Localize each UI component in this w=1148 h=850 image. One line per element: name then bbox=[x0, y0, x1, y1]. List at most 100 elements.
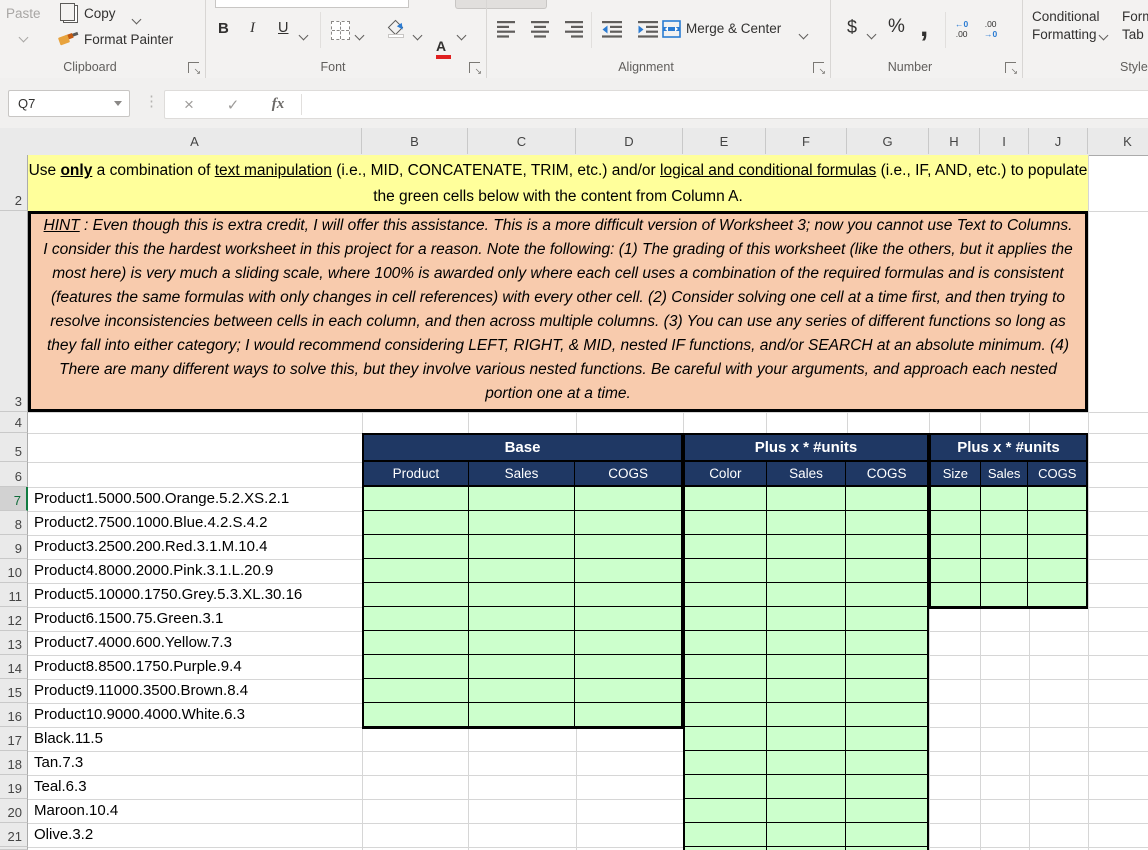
paste-dropdown-icon[interactable] bbox=[18, 32, 29, 43]
row-number-11[interactable]: 11 bbox=[0, 583, 28, 607]
align-right-icon[interactable] bbox=[565, 21, 585, 43]
green-cell[interactable] bbox=[766, 775, 847, 799]
green-cell[interactable] bbox=[685, 751, 767, 775]
percent-style-button[interactable]: % bbox=[888, 16, 905, 38]
green-cell[interactable] bbox=[931, 535, 981, 559]
green-cell[interactable] bbox=[766, 823, 847, 847]
green-cell[interactable] bbox=[468, 559, 576, 583]
green-cell[interactable] bbox=[846, 511, 927, 535]
green-cell[interactable] bbox=[766, 583, 847, 607]
col-a-cell-15[interactable]: Product9.11000.3500.Brown.8.4 bbox=[28, 679, 362, 703]
green-cell[interactable] bbox=[980, 511, 1029, 535]
green-cell[interactable] bbox=[980, 535, 1029, 559]
green-cell[interactable] bbox=[846, 559, 927, 583]
comma-style-button[interactable]: , bbox=[920, 10, 928, 44]
green-cell[interactable] bbox=[685, 559, 767, 583]
format-as-table-button[interactable]: Form Tab bbox=[1122, 9, 1148, 42]
row-number-7[interactable]: 7 bbox=[0, 487, 28, 511]
green-cell[interactable] bbox=[685, 775, 767, 799]
green-cell[interactable] bbox=[364, 631, 469, 655]
hint-cell[interactable]: HINT : Even though this is extra credit,… bbox=[28, 211, 1088, 412]
column-header-A[interactable]: A bbox=[28, 128, 362, 154]
row-number-17[interactable]: 17 bbox=[0, 727, 28, 751]
row-number-2[interactable]: 2 bbox=[0, 155, 28, 211]
green-cell[interactable] bbox=[846, 607, 927, 631]
green-cell[interactable] bbox=[846, 679, 927, 703]
green-cell[interactable] bbox=[931, 583, 981, 607]
row-number-4[interactable]: 4 bbox=[0, 412, 28, 433]
green-cell[interactable] bbox=[846, 487, 927, 511]
green-cell[interactable] bbox=[364, 583, 469, 607]
column-header-F[interactable]: F bbox=[766, 128, 847, 154]
column-header-B[interactable]: B bbox=[362, 128, 468, 154]
green-cell[interactable] bbox=[846, 799, 927, 823]
green-cell[interactable] bbox=[575, 631, 681, 655]
font-color-dropdown-icon[interactable] bbox=[456, 27, 467, 45]
col-a-cell-8[interactable]: Product2.7500.1000.Blue.4.2.S.4.2 bbox=[28, 511, 362, 535]
row-number-18[interactable]: 18 bbox=[0, 751, 28, 775]
bold-button[interactable]: B bbox=[218, 20, 229, 37]
green-cell[interactable] bbox=[980, 559, 1029, 583]
align-center-icon[interactable] bbox=[531, 21, 551, 43]
formula-bar-grip-icon[interactable]: ⋮ bbox=[144, 92, 159, 110]
green-cell[interactable] bbox=[575, 679, 681, 703]
green-cell[interactable] bbox=[364, 703, 469, 727]
col-a-cell-20[interactable]: Maroon.10.4 bbox=[28, 799, 362, 823]
green-cell[interactable] bbox=[468, 631, 576, 655]
fill-color-icon[interactable] bbox=[387, 19, 406, 38]
green-cell[interactable] bbox=[685, 799, 767, 823]
green-cell[interactable] bbox=[575, 583, 681, 607]
green-cell[interactable] bbox=[364, 535, 469, 559]
green-cell[interactable] bbox=[846, 703, 927, 727]
green-cell[interactable] bbox=[468, 511, 576, 535]
green-cell[interactable] bbox=[685, 631, 767, 655]
green-cell[interactable] bbox=[685, 727, 767, 751]
increase-indent-icon[interactable] bbox=[638, 21, 660, 43]
increase-decimal-button[interactable]: ←0 .00 bbox=[955, 19, 968, 40]
green-cell[interactable] bbox=[846, 823, 927, 847]
green-cell[interactable] bbox=[364, 607, 469, 631]
row-number-21[interactable]: 21 bbox=[0, 823, 28, 847]
conditional-formatting-button[interactable]: Conditional Formatting bbox=[1032, 9, 1109, 42]
name-box-dropdown-icon[interactable] bbox=[114, 101, 122, 106]
copy-button[interactable]: Copy bbox=[84, 6, 116, 21]
green-cell[interactable] bbox=[468, 703, 576, 727]
font-dialog-launcher-icon[interactable]: ↘ bbox=[469, 62, 482, 76]
column-header-J[interactable]: J bbox=[1029, 128, 1088, 154]
row-number-19[interactable]: 19 bbox=[0, 775, 28, 799]
row-number-12[interactable]: 12 bbox=[0, 607, 28, 631]
row-number-14[interactable]: 14 bbox=[0, 655, 28, 679]
green-cell[interactable] bbox=[685, 607, 767, 631]
format-painter-button[interactable]: Format Painter bbox=[84, 32, 173, 47]
green-cell[interactable] bbox=[468, 679, 576, 703]
row-number-8[interactable]: 8 bbox=[0, 511, 28, 535]
row-number-9[interactable]: 9 bbox=[0, 535, 28, 559]
column-header-C[interactable]: C bbox=[468, 128, 576, 154]
underline-dropdown-icon[interactable] bbox=[298, 27, 309, 45]
green-cell[interactable] bbox=[1028, 583, 1086, 607]
green-cell[interactable] bbox=[468, 487, 576, 511]
green-cell[interactable] bbox=[766, 487, 847, 511]
green-cell[interactable] bbox=[575, 607, 681, 631]
col-a-cell-18[interactable]: Tan.7.3 bbox=[28, 751, 362, 775]
green-cell[interactable] bbox=[766, 511, 847, 535]
column-header-H[interactable]: H bbox=[929, 128, 980, 154]
green-cell[interactable] bbox=[685, 535, 767, 559]
number-dialog-launcher-icon[interactable]: ↘ bbox=[1005, 62, 1018, 76]
green-cell[interactable] bbox=[766, 727, 847, 751]
paste-button[interactable]: Paste bbox=[6, 6, 41, 47]
green-cell[interactable] bbox=[931, 559, 981, 583]
row-number-5[interactable]: 5 bbox=[0, 433, 28, 462]
align-left-icon[interactable] bbox=[497, 21, 517, 43]
green-cell[interactable] bbox=[846, 751, 927, 775]
green-cell[interactable] bbox=[685, 703, 767, 727]
italic-button[interactable]: I bbox=[250, 20, 255, 37]
col-a-cell-11[interactable]: Product5.10000.1750.Grey.5.3.XL.30.16 bbox=[28, 583, 362, 607]
row-number-15[interactable]: 15 bbox=[0, 679, 28, 703]
green-cell[interactable] bbox=[364, 655, 469, 679]
green-cell[interactable] bbox=[364, 487, 469, 511]
decrease-decimal-button[interactable]: .00 →0 bbox=[984, 19, 997, 40]
green-cell[interactable] bbox=[846, 775, 927, 799]
column-header-E[interactable]: E bbox=[683, 128, 766, 154]
clipboard-dialog-launcher-icon[interactable]: ↘ bbox=[188, 62, 201, 76]
